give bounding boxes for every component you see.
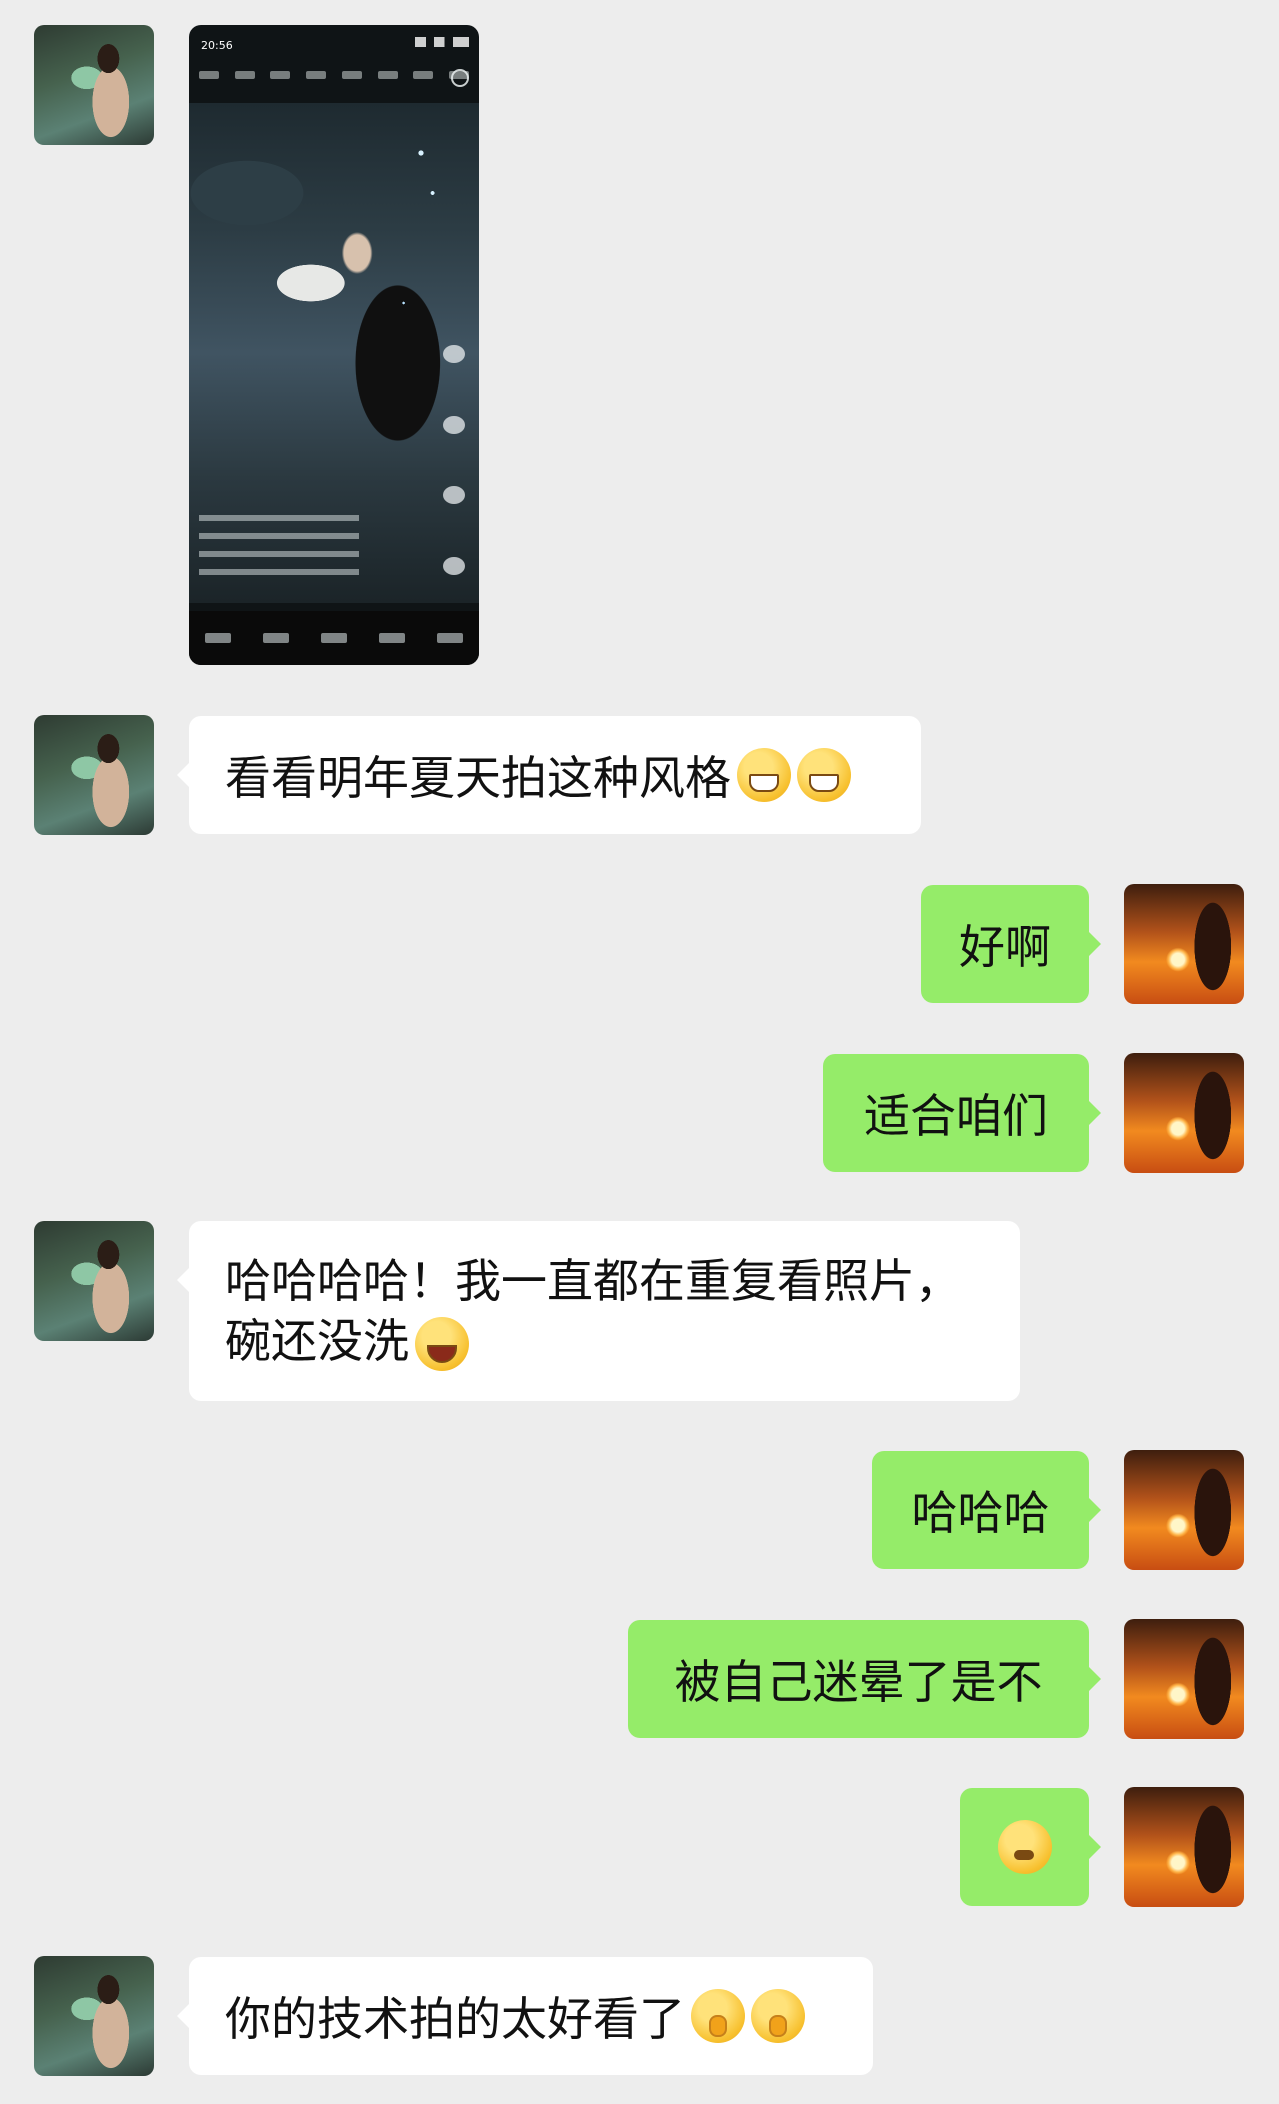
message-row-image: 20:56 — [0, 0, 1279, 680]
message-bubble-received[interactable]: 哈哈哈哈！我一直都在重复看照片， 碗还没洗 — [177, 1221, 1020, 1401]
phone-status-icons — [415, 37, 469, 47]
thinking-emoji-icon — [997, 1820, 1052, 1874]
user-avatar[interactable] — [1124, 1787, 1244, 1907]
message-text-line-1: 哈哈哈哈！我一直都在重复看照片， — [225, 1253, 961, 1308]
message-row-right: 适合咱们 — [0, 1053, 1279, 1173]
message-bubble-sent[interactable] — [960, 1788, 1101, 1906]
shared-image-phone-screenshot[interactable]: 20:56 — [189, 25, 479, 665]
share-icon — [443, 556, 465, 575]
message-text: 适合咱们 — [864, 1089, 1048, 1143]
phone-status-time: 20:56 — [201, 39, 233, 52]
contact-avatar[interactable] — [34, 1221, 154, 1341]
message-row-right: 好啊 — [0, 884, 1279, 1004]
message-text: 你的技术拍的太好看了 — [225, 1992, 685, 2046]
message-row-right — [0, 1787, 1279, 1907]
message-row-right: 被自己迷晕了是不 — [0, 1619, 1279, 1739]
message-text: 看看明年夏天拍这种风格 — [225, 751, 731, 805]
grin-emoji-icon — [737, 748, 791, 802]
message-bubble-sent[interactable]: 适合咱们 — [823, 1054, 1101, 1172]
phone-bottom-nav — [189, 611, 479, 665]
hand-over-mouth-emoji-icon — [751, 1989, 805, 2043]
message-row-left: 看看明年夏天拍这种风格 — [0, 715, 1279, 835]
contact-avatar[interactable] — [34, 715, 154, 835]
message-row-left: 你的技术拍的太好看了 — [0, 1956, 1279, 2076]
grin-emoji-icon — [797, 748, 851, 802]
star-icon — [443, 486, 465, 505]
phone-side-actions — [443, 345, 465, 575]
message-text: 哈哈哈 — [911, 1486, 1050, 1540]
message-row-left: 哈哈哈哈！我一直都在重复看照片， 碗还没洗 — [0, 1221, 1279, 1403]
message-bubble-received[interactable]: 你的技术拍的太好看了 — [177, 1957, 873, 2075]
search-icon — [451, 69, 469, 87]
message-bubble-sent[interactable]: 哈哈哈 — [872, 1451, 1101, 1569]
phone-tab-bar — [199, 71, 469, 89]
contact-avatar[interactable] — [34, 25, 154, 145]
like-icon — [443, 345, 465, 363]
message-bubble-sent[interactable]: 被自己迷晕了是不 — [628, 1620, 1101, 1738]
user-avatar[interactable] — [1124, 1450, 1244, 1570]
comment-icon — [443, 415, 465, 434]
contact-avatar[interactable] — [34, 1956, 154, 2076]
user-avatar[interactable] — [1124, 1053, 1244, 1173]
message-bubble-sent[interactable]: 好啊 — [921, 885, 1101, 1003]
message-bubble-received[interactable]: 看看明年夏天拍这种风格 — [177, 716, 921, 834]
hand-over-mouth-emoji-icon — [691, 1989, 745, 2043]
laughing-emoji-icon — [415, 1317, 469, 1372]
message-text: 好啊 — [959, 920, 1051, 974]
user-avatar[interactable] — [1124, 1619, 1244, 1739]
user-avatar[interactable] — [1124, 884, 1244, 1004]
message-text-line-2: 碗还没洗 — [225, 1313, 409, 1368]
message-row-right: 哈哈哈 — [0, 1450, 1279, 1570]
message-text: 被自己迷晕了是不 — [674, 1655, 1043, 1709]
video-caption-lines — [199, 515, 359, 585]
